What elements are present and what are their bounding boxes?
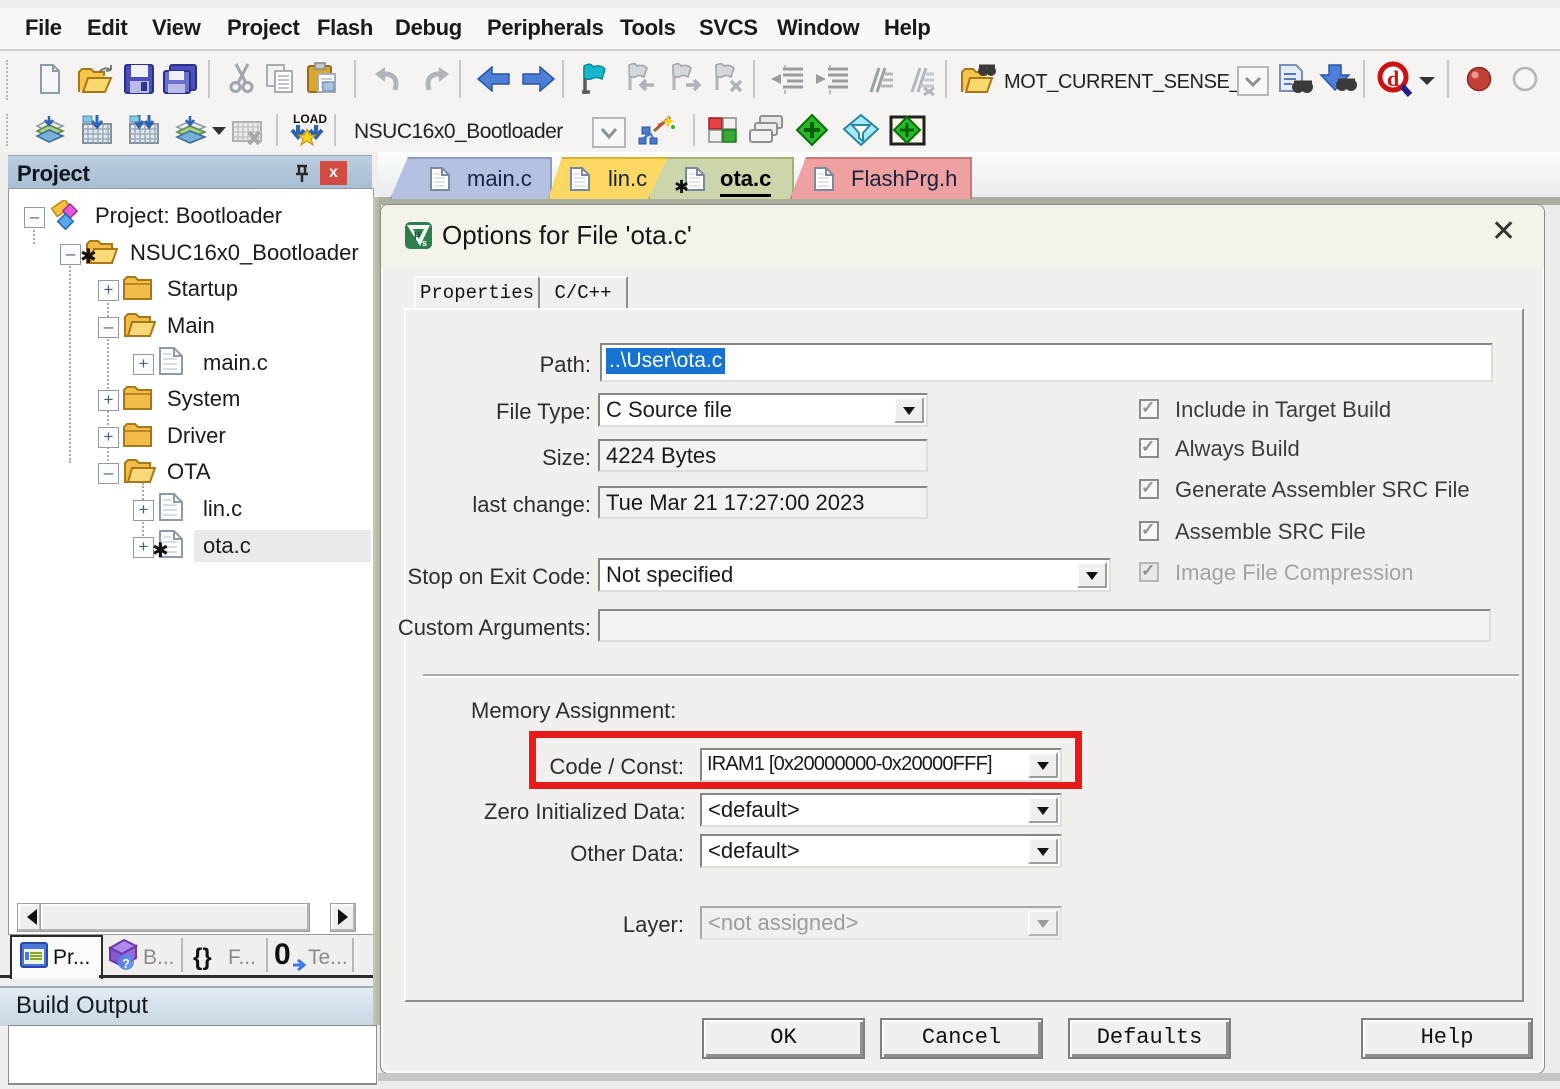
svg-text:µ: µ [414,228,421,240]
svg-text:s: s [422,238,427,248]
svg-text:?: ? [122,956,130,971]
svg-text:LOAD: LOAD [293,112,327,126]
svg-text:d: d [1387,66,1399,91]
